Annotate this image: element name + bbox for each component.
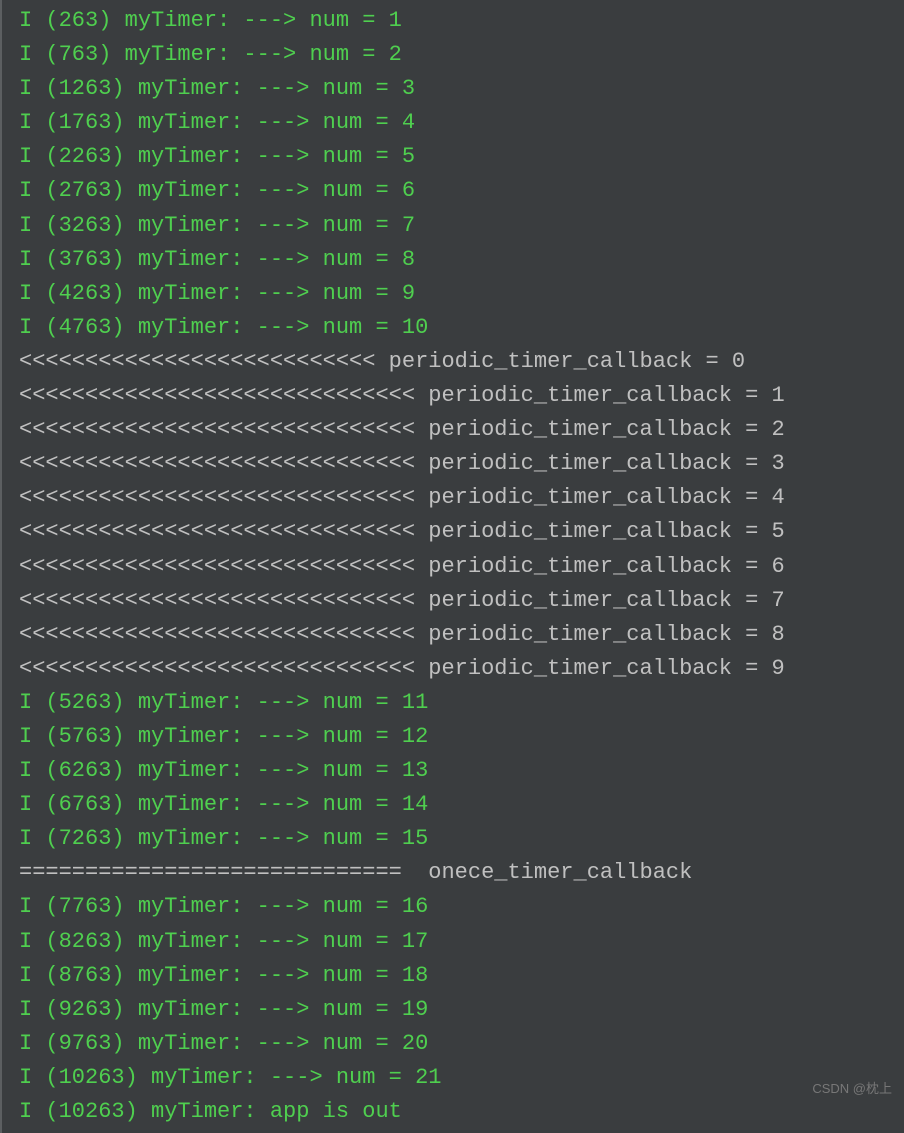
log-line: ============================= onece_time… xyxy=(5,856,904,890)
log-line: <<<<<<<<<<<<<<<<<<<<<<<<<<<<<< periodic_… xyxy=(5,481,904,515)
log-line: I (4263) myTimer: ---> num = 9 xyxy=(5,277,904,311)
log-line: I (2263) myTimer: ---> num = 5 xyxy=(5,140,904,174)
log-line: I (7763) myTimer: ---> num = 16 xyxy=(5,890,904,924)
log-line: I (2763) myTimer: ---> num = 6 xyxy=(5,174,904,208)
watermark: CSDN @枕上 xyxy=(812,1079,892,1099)
log-line: I (3763) myTimer: ---> num = 8 xyxy=(5,243,904,277)
log-line: I (5763) myTimer: ---> num = 12 xyxy=(5,720,904,754)
log-line: I (263) myTimer: ---> num = 1 xyxy=(5,4,904,38)
log-line: I (6763) myTimer: ---> num = 14 xyxy=(5,788,904,822)
log-line: <<<<<<<<<<<<<<<<<<<<<<<<<<<<<< periodic_… xyxy=(5,618,904,652)
log-line: I (3263) myTimer: ---> num = 7 xyxy=(5,209,904,243)
log-line: I (1763) myTimer: ---> num = 4 xyxy=(5,106,904,140)
log-line: I (9763) myTimer: ---> num = 20 xyxy=(5,1027,904,1061)
terminal-output[interactable]: I (263) myTimer: ---> num = 1I (763) myT… xyxy=(0,0,904,1133)
log-line: <<<<<<<<<<<<<<<<<<<<<<<<<<<<<< periodic_… xyxy=(5,379,904,413)
log-line: <<<<<<<<<<<<<<<<<<<<<<<<<<<<<< periodic_… xyxy=(5,413,904,447)
log-line: I (10263) myTimer: ---> num = 21 xyxy=(5,1061,904,1095)
log-line: I (10263) myTimer: app is out xyxy=(5,1095,904,1129)
log-line: I (8763) myTimer: ---> num = 18 xyxy=(5,959,904,993)
log-line: I (9263) myTimer: ---> num = 19 xyxy=(5,993,904,1027)
log-line: I (7263) myTimer: ---> num = 15 xyxy=(5,822,904,856)
log-line: I (8263) myTimer: ---> num = 17 xyxy=(5,925,904,959)
log-line: I (5263) myTimer: ---> num = 11 xyxy=(5,686,904,720)
log-line: I (1263) myTimer: ---> num = 3 xyxy=(5,72,904,106)
log-line: <<<<<<<<<<<<<<<<<<<<<<<<<<<<<< periodic_… xyxy=(5,447,904,481)
log-line: <<<<<<<<<<<<<<<<<<<<<<<<<<< periodic_tim… xyxy=(5,345,904,379)
log-line: I (763) myTimer: ---> num = 2 xyxy=(5,38,904,72)
log-line: <<<<<<<<<<<<<<<<<<<<<<<<<<<<<< periodic_… xyxy=(5,550,904,584)
log-line: <<<<<<<<<<<<<<<<<<<<<<<<<<<<<< periodic_… xyxy=(5,515,904,549)
log-line: I (4763) myTimer: ---> num = 10 xyxy=(5,311,904,345)
log-line: I (6263) myTimer: ---> num = 13 xyxy=(5,754,904,788)
log-line: <<<<<<<<<<<<<<<<<<<<<<<<<<<<<< periodic_… xyxy=(5,584,904,618)
log-line: <<<<<<<<<<<<<<<<<<<<<<<<<<<<<< periodic_… xyxy=(5,652,904,686)
